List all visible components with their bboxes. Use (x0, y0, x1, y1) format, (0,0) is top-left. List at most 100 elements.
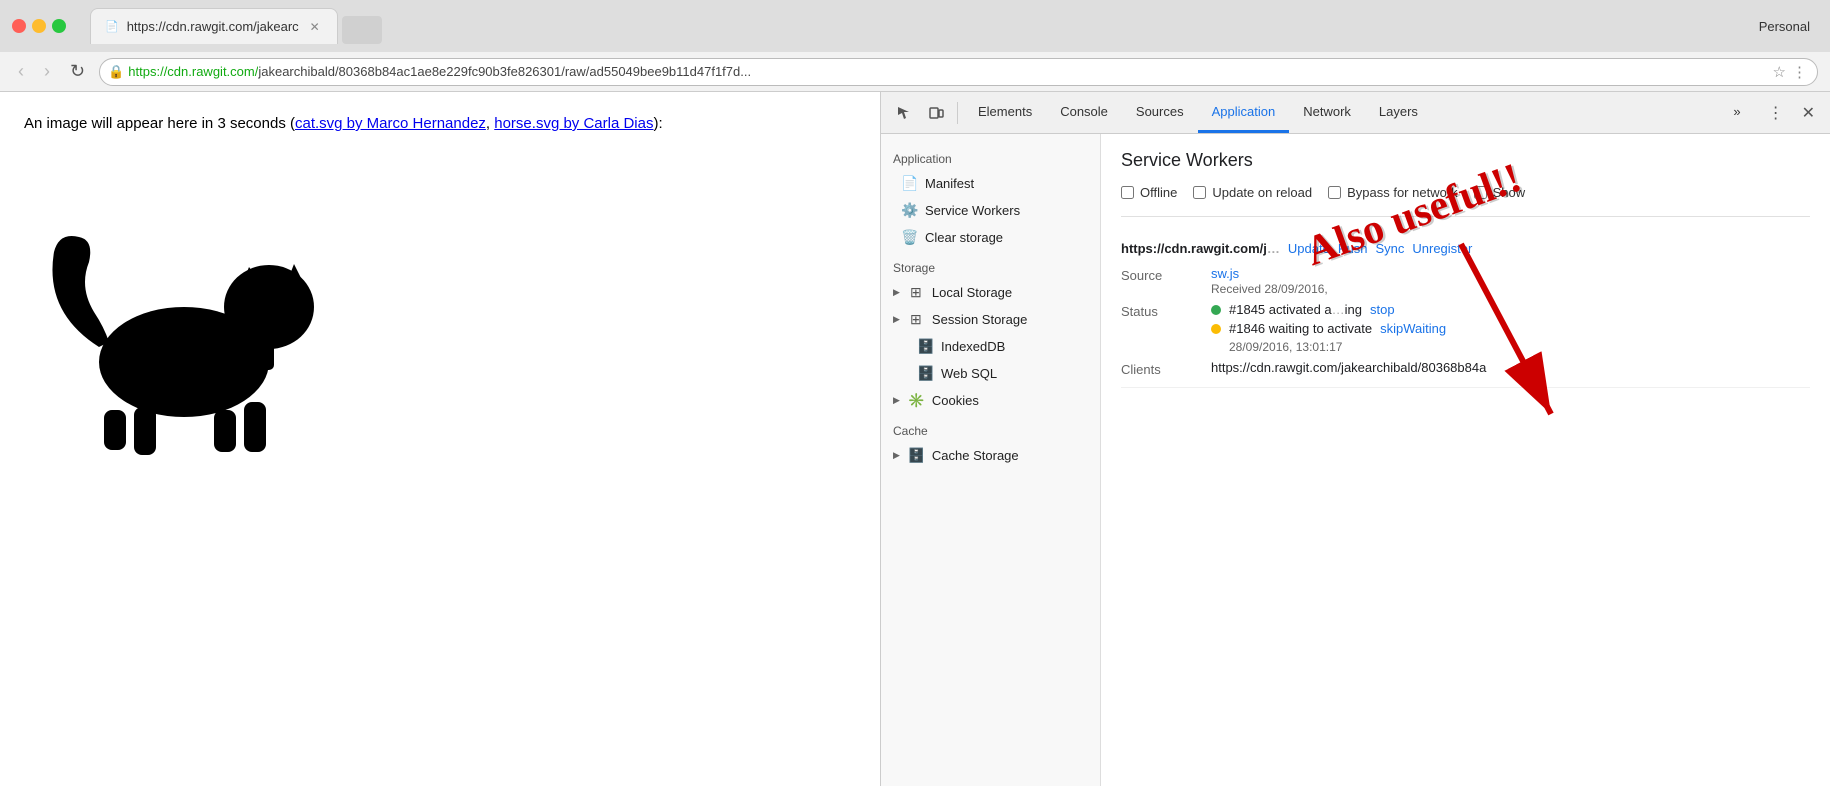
cache-storage-arrow: ▶ (893, 450, 900, 461)
page-content: An image will appear here in 3 seconds (… (0, 92, 880, 786)
sw-options: Offline Update on reload Bypass for netw… (1121, 185, 1810, 200)
paren-end: ): (653, 115, 662, 132)
sw-entry: https://cdn.rawgit.com/j… Update Push Sy… (1121, 231, 1810, 388)
sw-status-row: #1845 activated a…ing stop #1846 waiting… (1211, 302, 1810, 354)
tab-layers[interactable]: Layers (1365, 92, 1432, 133)
title-bar: 📄 https://cdn.rawgit.com/jakearc ✕ Perso… (0, 0, 1830, 52)
cookies-arrow: ▶ (893, 395, 900, 406)
sw-show-checkbox[interactable] (1474, 186, 1487, 199)
reload-button[interactable]: ↻ (64, 57, 91, 86)
sw-skip-waiting-link[interactable]: skipWaiting (1380, 321, 1446, 336)
sw-sync-link[interactable]: Sync (1375, 241, 1404, 256)
panel-title: Service Workers (1121, 150, 1810, 171)
bookmark-icon[interactable]: ☆ (1773, 63, 1786, 81)
sw-update-option[interactable]: Update on reload (1193, 185, 1312, 200)
clear-storage-icon: 🗑️ (901, 229, 917, 246)
sw-file-link[interactable]: sw.js (1211, 266, 1239, 281)
sidebar-item-sw-label: Service Workers (925, 203, 1020, 218)
sidebar-item-clear-storage[interactable]: 🗑️ Clear storage (881, 224, 1100, 251)
sidebar-item-session-storage[interactable]: ▶ ⊞ Session Storage (881, 306, 1100, 333)
sw-offline-option[interactable]: Offline (1121, 185, 1177, 200)
sw-active-text: #1845 activated a…ing (1229, 302, 1362, 317)
inspect-element-button[interactable] (889, 98, 919, 128)
forward-button[interactable]: › (38, 57, 56, 86)
maximize-button[interactable] (52, 19, 66, 33)
websql-icon: 🗄️ (917, 365, 933, 382)
close-button[interactable] (12, 19, 26, 33)
service-workers-icon: ⚙️ (901, 202, 917, 219)
sidebar-item-websql[interactable]: 🗄️ Web SQL (881, 360, 1100, 387)
address-menu-icon[interactable]: ⋮ (1792, 63, 1807, 81)
tab-elements[interactable]: Elements (964, 92, 1046, 133)
tab-bar: 📄 https://cdn.rawgit.com/jakearc ✕ (90, 8, 1751, 44)
session-storage-arrow: ▶ (893, 314, 900, 325)
address-url-green: https://cdn.rawgit.com/ (128, 64, 258, 79)
tab-application[interactable]: Application (1198, 92, 1290, 133)
back-button[interactable]: ‹ (12, 57, 30, 86)
tab-sources[interactable]: Sources (1122, 92, 1198, 133)
sidebar-item-indexeddb[interactable]: 🗄️ IndexedDB (881, 333, 1100, 360)
sw-offline-label: Offline (1140, 185, 1177, 200)
indexeddb-icon: 🗄️ (917, 338, 933, 355)
sw-update-checkbox[interactable] (1193, 186, 1206, 199)
tab-console[interactable]: Console (1046, 92, 1122, 133)
tab-network[interactable]: Network (1289, 92, 1365, 133)
active-tab[interactable]: 📄 https://cdn.rawgit.com/jakearc ✕ (90, 8, 338, 44)
sw-waiting-text: #1846 waiting to activate (1229, 321, 1372, 336)
sw-waiting-status-line: #1846 waiting to activate skipWaiting (1211, 321, 1810, 336)
comma: , (486, 115, 494, 132)
manifest-icon: 📄 (901, 175, 917, 192)
devtools-toolbar: Elements Console Sources Application Net… (881, 92, 1830, 134)
sw-update-label: Update on reload (1212, 185, 1312, 200)
cat-svg-link[interactable]: cat.svg by Marco Hernandez (295, 115, 486, 132)
toolbar-divider (957, 102, 958, 124)
sw-waiting-dot (1211, 324, 1221, 334)
sidebar-section-application: Application (881, 142, 1100, 170)
devtools-more-button[interactable]: ⋮ (1761, 98, 1791, 128)
sw-show-option[interactable]: Show (1474, 185, 1526, 200)
new-tab-button[interactable] (342, 16, 382, 44)
devtools-body: Application 📄 Manifest ⚙️ Service Worker… (881, 134, 1830, 786)
sidebar-item-cache-storage-label: Cache Storage (932, 448, 1019, 463)
sw-push-link[interactable]: Push (1338, 241, 1368, 256)
sidebar-item-local-storage[interactable]: ▶ ⊞ Local Storage (881, 279, 1100, 306)
sidebar-item-cache-storage[interactable]: ▶ 🗄️ Cache Storage (881, 442, 1100, 469)
sidebar-item-manifest[interactable]: 📄 Manifest (881, 170, 1100, 197)
device-toolbar-button[interactable] (921, 98, 951, 128)
sidebar-item-cookies[interactable]: ▶ ✳️ Cookies (881, 387, 1100, 414)
cat-image (24, 152, 344, 472)
address-bar[interactable]: 🔒 https://cdn.rawgit.com/ jakearchibald/… (99, 58, 1818, 86)
sw-offline-checkbox[interactable] (1121, 186, 1134, 199)
sidebar-item-service-workers[interactable]: ⚙️ Service Workers (881, 197, 1100, 224)
session-storage-icon: ⊞ (908, 311, 924, 328)
sw-clients-value: https://cdn.rawgit.com/jakearchibald/803… (1211, 360, 1810, 377)
devtools-close-button[interactable]: ✕ (1795, 98, 1822, 128)
intro-text: An image will appear here in 3 seconds ( (24, 115, 295, 132)
profile-label: Personal (1759, 19, 1818, 34)
tab-close-button[interactable]: ✕ (307, 19, 323, 35)
sidebar-item-session-storage-label: Session Storage (932, 312, 1027, 327)
sw-bypass-checkbox[interactable] (1328, 186, 1341, 199)
address-url-dark: jakearchibald/80368b84ac1ae8e229fc90b3fe… (258, 64, 751, 79)
main-area: An image will appear here in 3 seconds (… (0, 92, 1830, 786)
local-storage-icon: ⊞ (908, 284, 924, 301)
sidebar-item-clear-label: Clear storage (925, 230, 1003, 245)
sw-active-dot (1211, 305, 1221, 315)
sw-stop-link[interactable]: stop (1370, 302, 1395, 317)
tab-title: https://cdn.rawgit.com/jakearc (127, 19, 299, 34)
tab-more[interactable]: » (1719, 92, 1754, 133)
local-storage-arrow: ▶ (893, 287, 900, 298)
page-intro: An image will appear here in 3 seconds (… (24, 112, 856, 136)
sw-details: Source sw.js Received 28/09/2016, Status (1121, 266, 1810, 377)
sw-update-link[interactable]: Update (1288, 241, 1330, 256)
devtools-panel-controls: ⋮ ✕ (1761, 98, 1822, 128)
browser-window: 📄 https://cdn.rawgit.com/jakearc ✕ Perso… (0, 0, 1830, 786)
sw-waiting-timestamp: 28/09/2016, 13:01:17 (1229, 340, 1810, 354)
sidebar-item-local-storage-label: Local Storage (932, 285, 1012, 300)
sw-bypass-option[interactable]: Bypass for network (1328, 185, 1458, 200)
sw-unregister-link[interactable]: Unregister (1412, 241, 1472, 256)
horse-svg-link[interactable]: horse.svg by Carla Dias (494, 115, 653, 132)
minimize-button[interactable] (32, 19, 46, 33)
sidebar-section-storage: Storage (881, 251, 1100, 279)
address-bar-row: ‹ › ↻ 🔒 https://cdn.rawgit.com/ jakearch… (0, 52, 1830, 92)
